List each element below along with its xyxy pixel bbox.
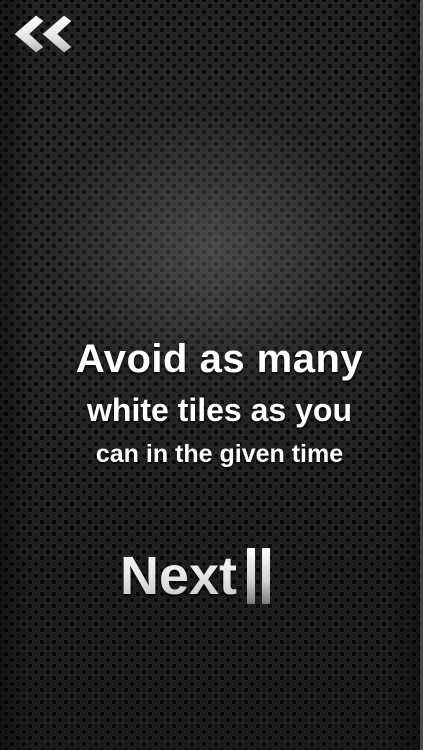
instructions-text: Avoid as many white tiles as you can in … [0,332,423,474]
instruction-line-1: Avoid as many [75,337,364,381]
instruction-line-3: can in the given time [95,440,344,468]
instruction-line-2: white tiles as you [87,392,352,428]
double-chevron-left-icon [13,14,73,54]
next-bar [262,548,271,604]
next-button[interactable]: Next [120,544,277,608]
back-button[interactable] [12,12,74,56]
next-button-label: Next [120,546,238,606]
next-bars-icon [247,548,277,604]
tutorial-screen: Avoid as many white tiles as you can in … [0,0,423,750]
next-bar [247,548,256,604]
